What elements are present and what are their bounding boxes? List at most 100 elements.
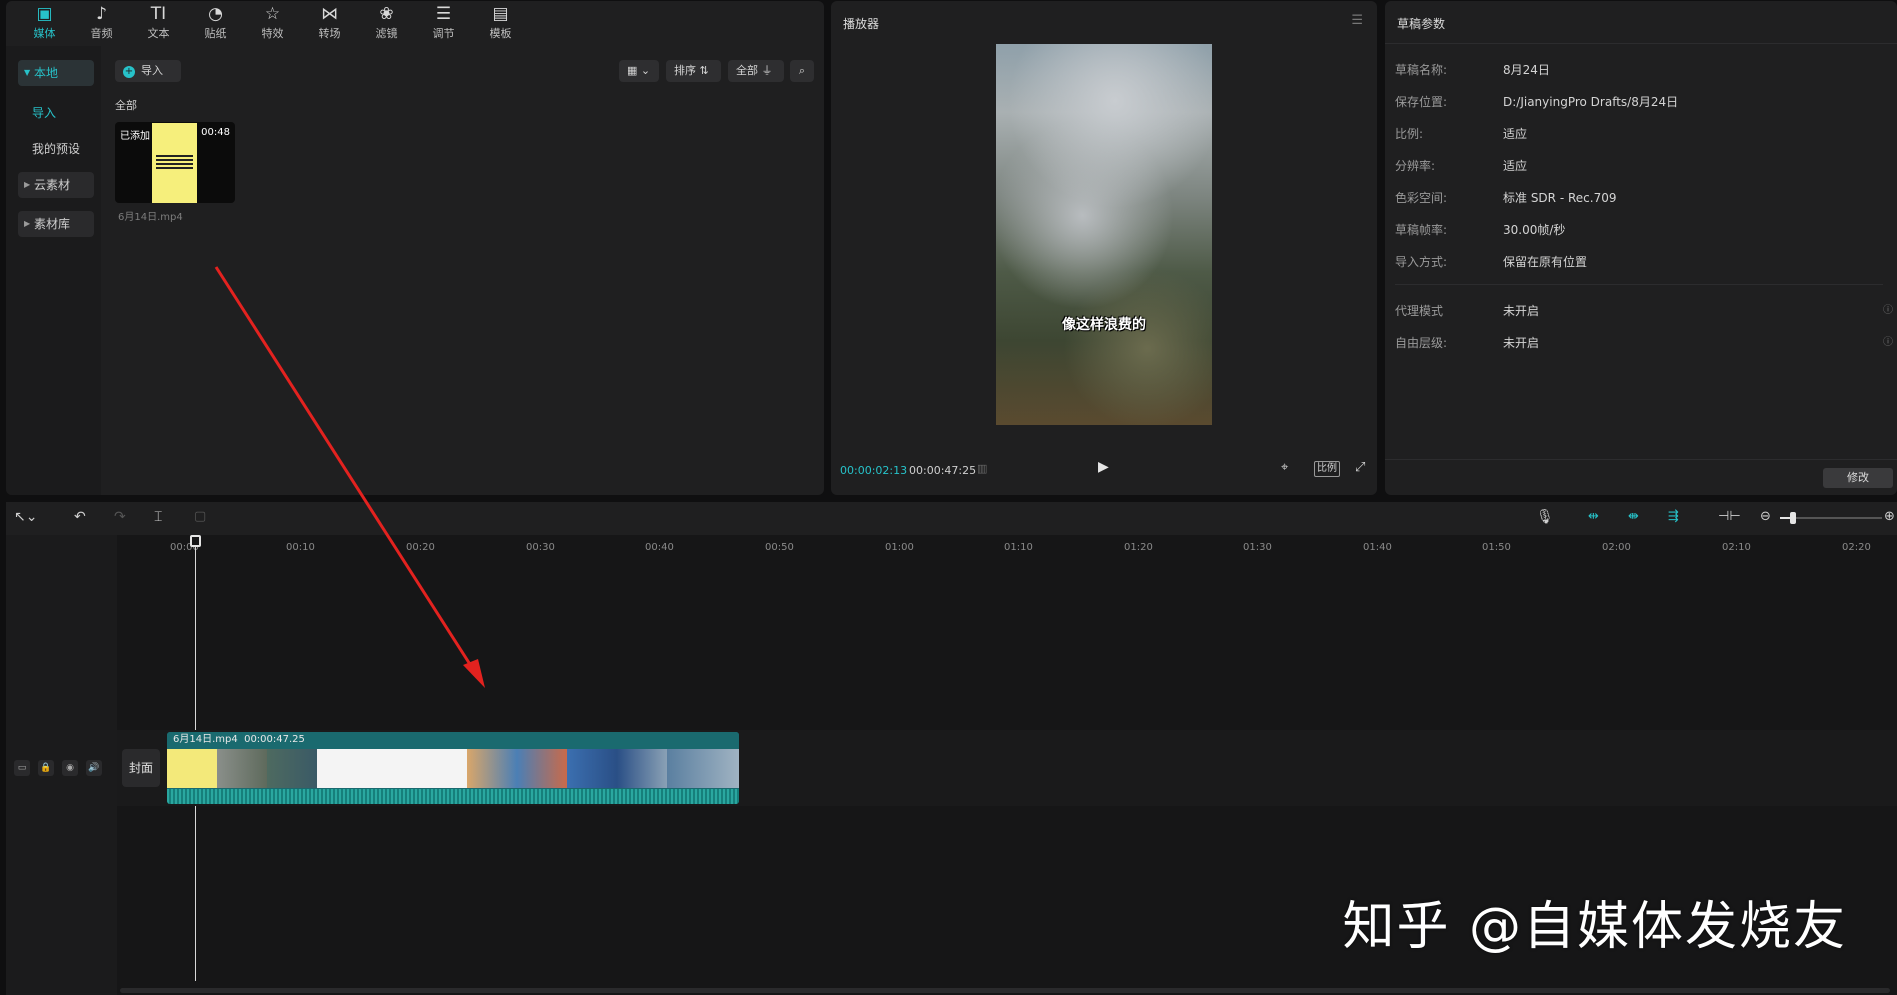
video-preview[interactable]: 像这样浪费的 bbox=[996, 44, 1212, 425]
sort-button[interactable]: 排序 ⇅ bbox=[666, 60, 721, 82]
fullscreen-icon[interactable]: ⤢ bbox=[1355, 460, 1365, 475]
param-label: 自由层级: bbox=[1395, 336, 1448, 350]
ruler-tick: 01:00 bbox=[885, 542, 914, 553]
cover-button[interactable]: 封面 bbox=[122, 749, 160, 787]
tool-text[interactable]: TI 文本 bbox=[130, 1, 187, 45]
text-icon: TI bbox=[150, 4, 167, 24]
tool-transition[interactable]: ⋈ 转场 bbox=[301, 1, 358, 45]
timecode-format-icon[interactable]: ▥ bbox=[977, 462, 987, 475]
player-panel: 播放器 ☰ 像这样浪费的 00:00:02:13 00:00:47:25 ▥ ▶… bbox=[831, 1, 1377, 495]
param-label: 草稿帧率: bbox=[1395, 223, 1448, 237]
sidebar-item-import[interactable]: 导入 bbox=[32, 104, 56, 121]
player-title: 播放器 bbox=[843, 17, 880, 31]
audio-icon: ♪ bbox=[96, 4, 107, 24]
split-icon[interactable]: ⌶ bbox=[154, 509, 162, 525]
filter-icon: ❀ bbox=[379, 4, 394, 24]
section-label: 全部 bbox=[115, 99, 137, 112]
ruler-tick: 00:50 bbox=[765, 542, 794, 553]
clip-frames bbox=[167, 749, 739, 788]
import-button[interactable]: + 导入 bbox=[115, 60, 181, 82]
tool-sticker[interactable]: ◔ 贴纸 bbox=[187, 1, 244, 45]
thumbnail-preview bbox=[152, 123, 197, 203]
effects-icon: ☆ bbox=[264, 4, 281, 24]
sidebar-item-library[interactable]: ▶ 素材库 bbox=[18, 211, 94, 237]
speaker-icon[interactable]: 🔊 bbox=[86, 760, 102, 776]
search-button[interactable]: ⌕ bbox=[790, 60, 814, 82]
eye-icon[interactable]: ◉ bbox=[62, 760, 78, 776]
preview-axis-icon[interactable]: ⇶ bbox=[1668, 509, 1679, 524]
sidebar-item-cloud[interactable]: ▶ 云素材 bbox=[18, 172, 94, 198]
params-title: 草稿参数 bbox=[1397, 17, 1446, 31]
thumbnail-filename: 6月14日.mp4 bbox=[118, 212, 183, 223]
param-value: 未开启 bbox=[1503, 336, 1540, 350]
ruler-tick: 02:00 bbox=[1602, 542, 1631, 553]
zoom-out-icon[interactable]: ⊖ bbox=[1760, 509, 1771, 524]
ruler-tick: 01:10 bbox=[1004, 542, 1033, 553]
zoom-in-icon[interactable]: ⊕ bbox=[1884, 509, 1895, 524]
param-value: 标准 SDR - Rec.709 bbox=[1503, 191, 1617, 205]
param-value: 8月24日 bbox=[1503, 63, 1550, 77]
total-time: 00:00:47:25 bbox=[909, 464, 977, 477]
sidebar-item-local[interactable]: ▼ 本地 bbox=[18, 60, 94, 86]
ruler-tick: 01:50 bbox=[1482, 542, 1511, 553]
ruler-tick: 01:40 bbox=[1363, 542, 1392, 553]
tool-media[interactable]: ▣ 媒体 bbox=[16, 1, 73, 45]
clip-name: 6月14日.mp4 bbox=[173, 734, 238, 745]
added-badge: 已添加 bbox=[120, 131, 150, 142]
media-thumbnail[interactable]: 已添加 00:48 bbox=[115, 122, 235, 203]
ratio-button[interactable]: 比例 bbox=[1314, 461, 1340, 477]
param-value: 适应 bbox=[1503, 159, 1528, 173]
plus-circle-icon: + bbox=[123, 66, 135, 78]
tool-effects[interactable]: ☆ 特效 bbox=[244, 1, 301, 45]
ruler-tick: 01:20 bbox=[1124, 542, 1153, 553]
current-time: 00:00:02:13 bbox=[840, 464, 908, 477]
redo-icon[interactable]: ↷ bbox=[114, 509, 126, 525]
ruler-tick: 00:40 bbox=[645, 542, 674, 553]
align-icon[interactable]: ⊣⊢ bbox=[1718, 509, 1741, 524]
track-toggle-icon[interactable]: ▭ bbox=[14, 760, 30, 776]
param-value: 保留在原有位置 bbox=[1503, 255, 1588, 269]
param-label: 色彩空间: bbox=[1395, 191, 1448, 205]
info-icon[interactable]: ⓘ bbox=[1883, 333, 1893, 348]
tool-audio[interactable]: ♪ 音频 bbox=[73, 1, 130, 45]
param-label: 保存位置: bbox=[1395, 95, 1448, 109]
filter-button[interactable]: 全部 ⏚ bbox=[728, 60, 784, 82]
sort-icon: ⇅ bbox=[699, 64, 709, 77]
tool-adjust[interactable]: ☰ 调节 bbox=[415, 1, 472, 45]
lock-icon[interactable]: 🔒 bbox=[38, 760, 54, 776]
media-sidebar: ▼ 本地 导入 我的预设 ▶ 云素材 ▶ 素材库 bbox=[6, 46, 101, 495]
param-value: 未开启 bbox=[1503, 304, 1540, 318]
sidebar-item-my-presets[interactable]: 我的预设 bbox=[32, 140, 80, 157]
undo-icon[interactable]: ↶ bbox=[74, 509, 86, 525]
tool-filter[interactable]: ❀ 滤镜 bbox=[358, 1, 415, 45]
view-toggle-button[interactable]: ▦ ⌄ bbox=[619, 60, 659, 82]
param-value: D:/JianyingPro Drafts/8月24日 bbox=[1503, 95, 1679, 109]
param-label: 草稿名称: bbox=[1395, 63, 1448, 77]
param-value: 适应 bbox=[1503, 127, 1528, 141]
ruler-tick: 02:10 bbox=[1722, 542, 1751, 553]
param-label: 比例: bbox=[1395, 127, 1424, 141]
auto-snap-icon[interactable]: ⇹ bbox=[1588, 509, 1599, 524]
template-icon: ▤ bbox=[492, 4, 509, 24]
video-subtitle: 像这样浪费的 bbox=[1062, 317, 1146, 333]
play-icon[interactable]: ▶ bbox=[1098, 459, 1109, 475]
param-value: 30.00帧/秒 bbox=[1503, 223, 1566, 237]
params-panel: 草稿参数 草稿名称: 8月24日 保存位置: D:/JianyingPro Dr… bbox=[1385, 1, 1897, 495]
clip-duration: 00:00:47.25 bbox=[244, 734, 305, 745]
modify-button[interactable]: 修改 bbox=[1823, 468, 1893, 488]
zoom-slider[interactable] bbox=[1780, 512, 1882, 524]
select-cursor-icon[interactable]: ↖⌄ bbox=[14, 509, 37, 525]
thumbnail-duration: 00:48 bbox=[201, 127, 230, 138]
microphone-icon[interactable]: 🎙 bbox=[1536, 509, 1554, 525]
video-clip[interactable]: 6月14日.mp4 00:00:47.25 bbox=[167, 732, 739, 804]
transition-icon: ⋈ bbox=[321, 4, 338, 24]
param-label: 代理模式 bbox=[1395, 304, 1444, 318]
grid-view-icon: ▦ ⌄ bbox=[627, 64, 651, 77]
info-icon[interactable]: ⓘ bbox=[1883, 301, 1893, 316]
timeline-scrollbar[interactable] bbox=[120, 988, 1890, 993]
tool-template[interactable]: ▤ 模板 bbox=[472, 1, 529, 45]
linkage-icon[interactable]: ⇼ bbox=[1628, 509, 1639, 524]
player-menu-icon[interactable]: ☰ bbox=[1351, 13, 1363, 28]
adjust-icon: ☰ bbox=[435, 4, 452, 24]
screenshot-icon[interactable]: ⌖ bbox=[1281, 460, 1288, 475]
